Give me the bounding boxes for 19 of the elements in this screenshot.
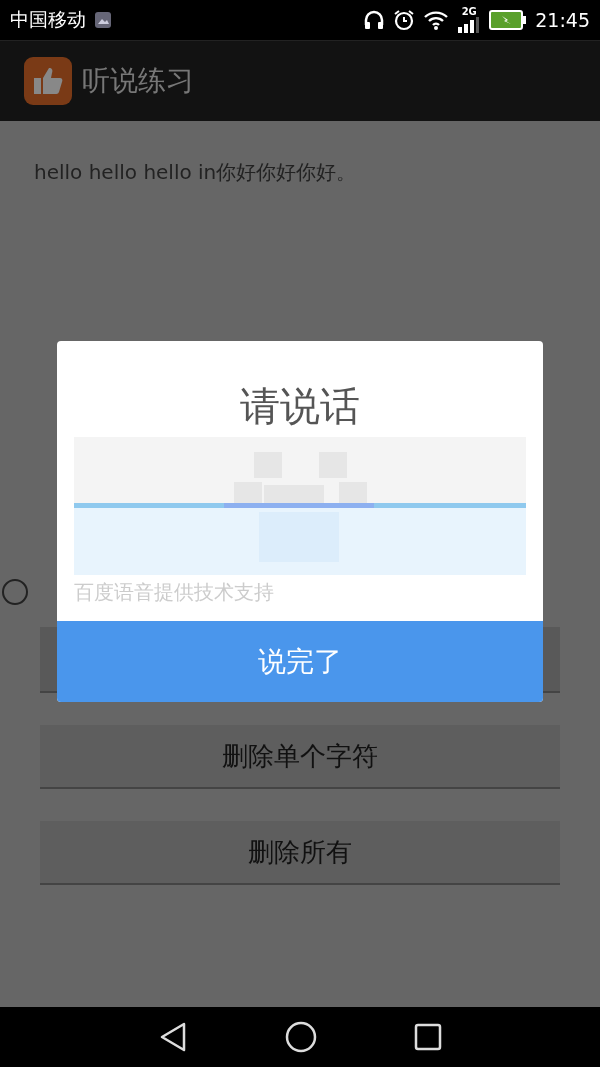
clock-time: 21:45 <box>535 9 590 31</box>
network-type: 2G <box>461 7 477 17</box>
alarm-icon <box>393 9 416 31</box>
home-icon[interactable] <box>285 1021 317 1053</box>
battery-icon <box>489 10 528 30</box>
wifi-icon <box>423 10 450 30</box>
dialog-title: 请说话 <box>240 382 360 431</box>
headphones-icon <box>363 9 386 31</box>
radio-circle[interactable] <box>2 579 28 605</box>
recents-icon[interactable] <box>413 1023 442 1051</box>
image-icon <box>94 11 112 29</box>
action-button[interactable]: 删除所有 <box>40 821 560 885</box>
app-title: 听说练习 <box>82 63 194 99</box>
signal-icon <box>457 17 482 33</box>
thumbs-up-icon <box>24 57 72 105</box>
done-button[interactable]: 说完了 <box>57 621 543 702</box>
recognized-text: hello hello hello in你好你好你好。 <box>34 159 358 186</box>
carrier-name: 中国移动 <box>10 7 86 32</box>
action-button[interactable]: 删除单个字符 <box>40 725 560 789</box>
